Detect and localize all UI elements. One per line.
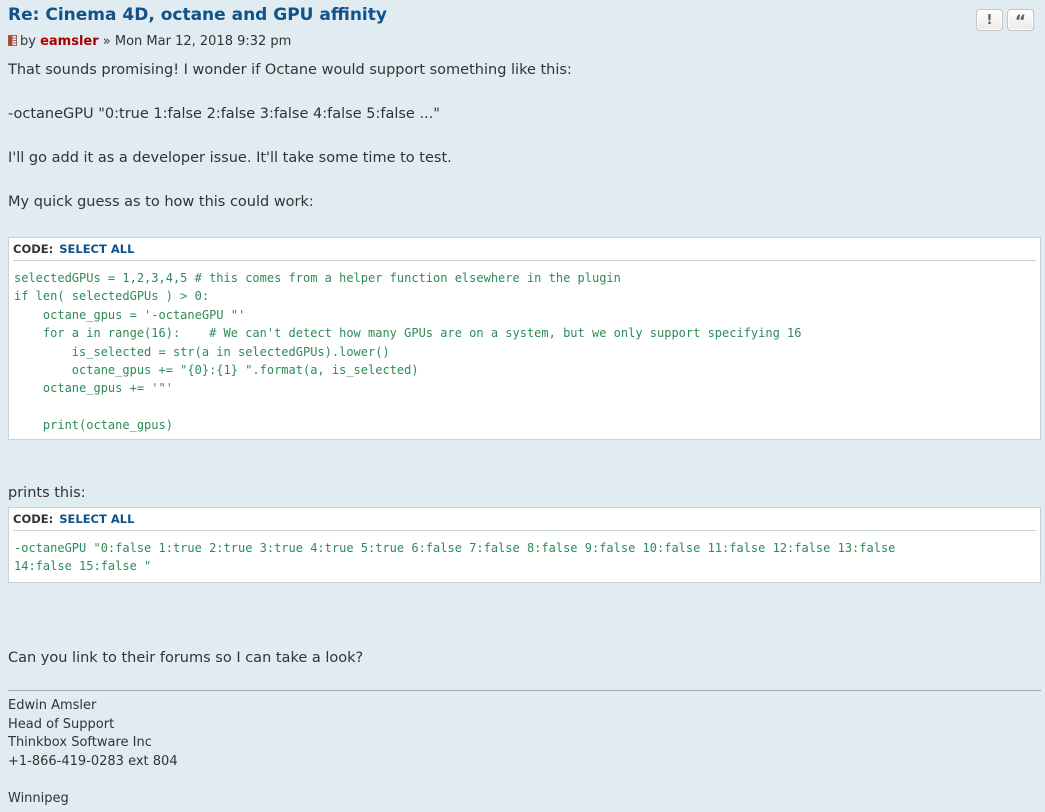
- post-paragraph: I'll go add it as a developer issue. It'…: [8, 150, 452, 166]
- code-block-header: CODE: SELECT ALL: [13, 512, 1036, 531]
- signature: Edwin Amsler Head of Support Thinkbox So…: [8, 698, 178, 806]
- exclamation-icon: !: [986, 12, 993, 28]
- post-paragraph: That sounds promising! I wonder if Octan…: [8, 62, 572, 78]
- post-paragraph: prints this:: [8, 485, 86, 501]
- quote-icon: “: [1014, 12, 1027, 32]
- signature-divider: [8, 690, 1041, 691]
- select-all-link[interactable]: SELECT ALL: [59, 512, 134, 526]
- code-block-header: CODE: SELECT ALL: [13, 242, 1036, 261]
- post-paragraph: My quick guess as to how this could work…: [8, 194, 314, 210]
- post-buttons: ! “: [976, 9, 1034, 31]
- by-label: by: [20, 34, 36, 49]
- select-all-link[interactable]: SELECT ALL: [59, 242, 134, 256]
- code-label: CODE:: [13, 512, 54, 526]
- post-date: » Mon Mar 12, 2018 9:32 pm: [102, 34, 292, 49]
- post-icon[interactable]: [8, 35, 17, 46]
- code-block: CODE: SELECT ALL -octaneGPU "0:false 1:t…: [8, 507, 1041, 583]
- author-line: by eamsler » Mon Mar 12, 2018 9:32 pm: [8, 34, 291, 49]
- code-content[interactable]: selectedGPUs = 1,2,3,4,5 # this comes fr…: [14, 269, 801, 435]
- code-label: CODE:: [13, 242, 54, 256]
- post-paragraph: Can you link to their forums so I can ta…: [8, 650, 364, 666]
- code-block: CODE: SELECT ALL selectedGPUs = 1,2,3,4,…: [8, 237, 1041, 440]
- quote-button[interactable]: “: [1007, 9, 1034, 31]
- post-title[interactable]: Re: Cinema 4D, octane and GPU affinity: [8, 5, 387, 25]
- code-content[interactable]: -octaneGPU "0:false 1:true 2:true 3:true…: [14, 539, 895, 576]
- author-name[interactable]: eamsler: [40, 34, 99, 49]
- post-paragraph: -octaneGPU "0:true 1:false 2:false 3:fal…: [8, 106, 440, 122]
- report-button[interactable]: !: [976, 9, 1003, 31]
